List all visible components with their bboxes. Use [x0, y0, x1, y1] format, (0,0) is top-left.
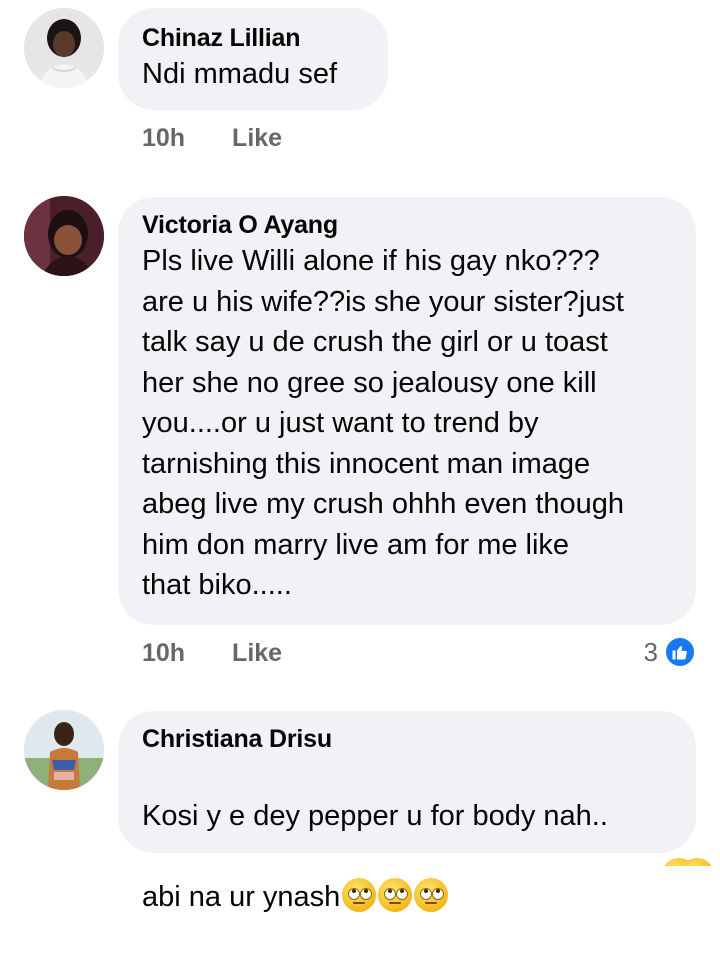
face-with-rolling-eyes-icon: [414, 877, 449, 912]
comment-christiana: Christiana Drisu Kosi y e dey pepper u f…: [0, 0, 720, 913]
face-with-rolling-eyes-icon: [342, 877, 377, 912]
face-with-rolling-eyes-icon: [378, 877, 413, 912]
comment-author[interactable]: Christiana Drisu: [142, 723, 672, 755]
comment-text-line: Kosi y e dey pepper u for body nah..: [142, 799, 608, 832]
comment-text: Kosi y e dey pepper u for body nah.. abi…: [142, 755, 672, 958]
comment-text-segment: abi na ur ynash: [142, 880, 341, 913]
avatar[interactable]: [24, 710, 104, 790]
avatar-image: [24, 710, 104, 790]
comment-text-line: abi na ur ynash: [142, 877, 672, 918]
reaction-emoji-partial[interactable]: [660, 858, 720, 866]
comment-bubble: Christiana Drisu Kosi y e dey pepper u f…: [118, 711, 696, 913]
